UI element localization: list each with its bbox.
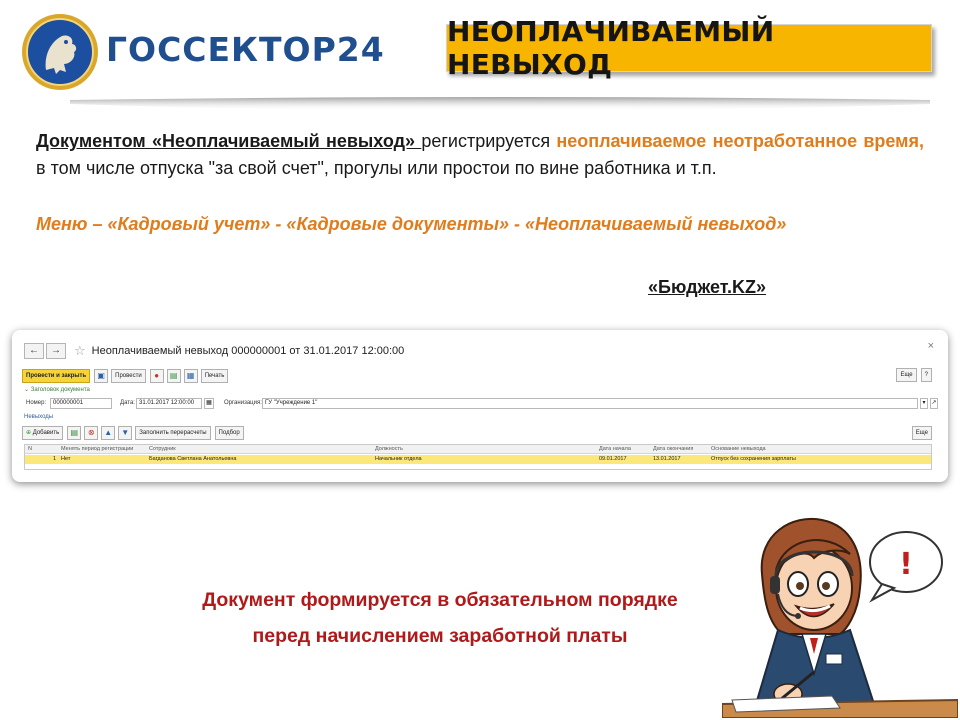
favorite-star-icon[interactable]: ☆ — [74, 343, 86, 359]
absences-table: N Менять период регистрации Сотрудник До… — [24, 444, 932, 470]
col-position[interactable]: Должность — [375, 445, 403, 454]
window-title-bar: ← → ☆ Неоплачиваемый невыход 000000001 о… — [24, 340, 936, 362]
logo-text: ГОССЕКТОР24 — [106, 30, 385, 69]
slide-title: НЕОПЛАЧИВАЕМЫЙ НЕВЫХОД — [446, 15, 932, 81]
section-header-label: Заголовок документа — [30, 387, 90, 393]
calendar-icon[interactable]: ▦ — [204, 398, 214, 409]
movements-icon[interactable]: ● — [149, 369, 164, 383]
col-end-date[interactable]: Дата окончания — [653, 445, 693, 454]
delete-icon[interactable]: ⊗ — [84, 426, 99, 440]
document-toolbar: Провести и закрыть ▣ Провести ● ▤ ▦ Печа… — [22, 368, 936, 384]
save-icon[interactable]: ▣ — [94, 369, 109, 383]
move-down-icon[interactable]: ▼ — [118, 426, 133, 440]
cell-employee: Багданова Светлана Анатольевна — [149, 456, 237, 462]
slide-title-text: НЕОПЛАЧИВАЕМЫЙ НЕВЫХОД — [447, 15, 775, 81]
copy-icon[interactable]: ▤ — [67, 426, 82, 440]
close-icon[interactable]: × — [928, 340, 934, 352]
add-icon: ⊕ — [26, 430, 32, 436]
col-reason[interactable]: Основание невыхода — [711, 445, 766, 454]
window-title: Неоплачиваемый невыход 000000001 от 31.0… — [91, 345, 405, 357]
cell-n: 1 — [53, 456, 57, 462]
operator-character-illustration: ! — [722, 518, 958, 718]
number-input[interactable]: 000000001 — [50, 398, 112, 409]
col-change-period[interactable]: Менять период регистрации — [61, 445, 133, 454]
bottom-message-line1: Документ формируется в обязательном поря… — [202, 589, 678, 611]
report-icon[interactable]: ▤ — [166, 369, 181, 383]
col-n[interactable]: N — [28, 445, 32, 454]
section-header-toggle[interactable]: ⌄ Заголовок документа — [24, 386, 90, 393]
desc-highlight-unpaid: неоплачиваемое неотработанное время, — [556, 131, 925, 151]
menu-path: Меню – «Кадровый учет» - «Кадровые докум… — [36, 214, 787, 234]
back-button[interactable]: ← — [24, 343, 44, 359]
table-toolbar: ⊕ Добавить ▤ ⊗ ▲ ▼ Заполнить перерасчеты… — [22, 426, 936, 440]
forward-button[interactable]: → — [46, 343, 66, 359]
dropdown-icon[interactable]: ▾ — [920, 398, 928, 409]
cell-start-date: 09.01.2017 — [599, 456, 627, 462]
header-divider-shadow — [70, 97, 930, 111]
description-paragraph: Документом «Неоплачиваемый невыход» реги… — [36, 128, 924, 182]
table-more-button[interactable]: Еще — [911, 426, 932, 440]
structure-icon[interactable]: ▦ — [183, 369, 198, 383]
more-button[interactable]: Еще — [896, 368, 917, 382]
doc-name-underlined: Документом «Неоплачиваемый невыход» — [36, 131, 422, 151]
gossector-logo-emblem — [20, 12, 100, 92]
desc-text-registers: регистрируется — [421, 131, 557, 151]
post-button[interactable]: Провести — [111, 369, 146, 383]
organization-input[interactable]: ГУ "Учреждение 1" — [262, 398, 918, 409]
cell-change-period: Нет — [61, 456, 71, 462]
post-and-close-button[interactable]: Провести и закрыть — [22, 369, 91, 383]
move-up-icon[interactable]: ▲ — [101, 426, 116, 440]
add-row-label: Добавить — [32, 430, 60, 436]
print-button[interactable]: Печать — [200, 369, 229, 383]
date-label: Дата: — [120, 400, 135, 406]
add-row-button[interactable]: ⊕ Добавить — [22, 426, 64, 440]
desc-text-rest: в том числе отпуска "за свой счет", прог… — [36, 158, 717, 178]
col-start-date[interactable]: Дата начала — [599, 445, 631, 454]
tab-absences[interactable]: Невыходы — [24, 414, 53, 420]
number-label: Номер: — [26, 400, 47, 406]
help-button[interactable]: ? — [920, 368, 932, 382]
cell-reason: Отпуск без сохранения зарплаты — [711, 456, 796, 462]
bottom-message: Документ формируется в обязательном поря… — [140, 582, 740, 654]
table-header: N Менять период регистрации Сотрудник До… — [25, 445, 931, 454]
budget-kz-label: «Бюджет.KZ» — [648, 277, 767, 297]
cell-end-date: 13.01.2017 — [653, 456, 681, 462]
speech-exclamation: ! — [899, 547, 913, 582]
table-row[interactable]: 1 Нет Багданова Светлана Анатольевна Нач… — [25, 455, 931, 464]
cell-position: Начальник отдела — [375, 456, 422, 462]
date-input[interactable]: 31.01.2017 12:00:00 — [136, 398, 202, 409]
fill-recalculations-button[interactable]: Заполнить перерасчеты — [135, 426, 211, 440]
col-employee[interactable]: Сотрудник — [149, 445, 176, 454]
organization-label: Организация: — [224, 400, 262, 406]
document-fields: Номер: 000000001 Дата: 31.01.2017 12:00:… — [24, 398, 938, 410]
bottom-message-line2: перед начислением заработной платы — [252, 625, 628, 647]
speech-bubble: ! — [869, 531, 943, 603]
open-link-icon[interactable]: ↗ — [930, 398, 938, 409]
select-button[interactable]: Подбор — [214, 426, 244, 440]
document-window-screenshot: ← → ☆ Неоплачиваемый невыход 000000001 о… — [12, 330, 948, 482]
